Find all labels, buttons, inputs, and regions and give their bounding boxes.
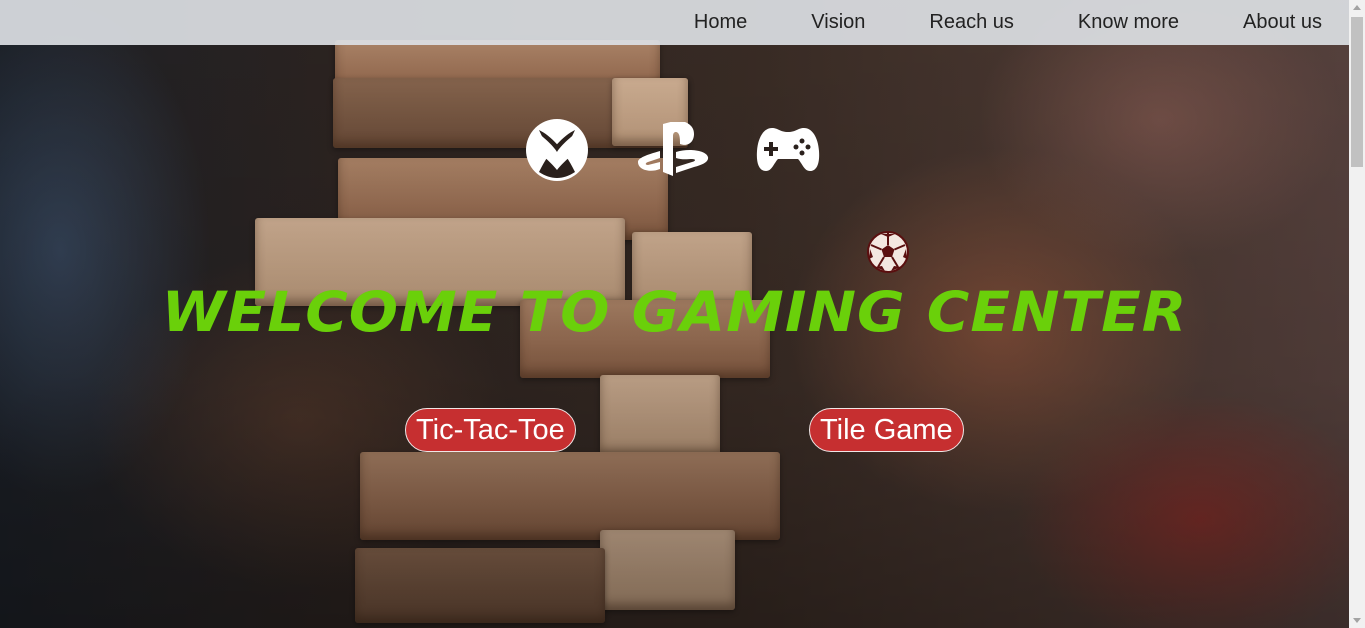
vertical-scrollbar[interactable]: [1349, 0, 1365, 628]
tile-game-button[interactable]: Tile Game: [809, 408, 964, 452]
scrollbar-thumb[interactable]: [1351, 17, 1363, 167]
nav-link-reach-us[interactable]: Reach us: [929, 11, 1014, 34]
gamepad-icon: [756, 128, 820, 171]
nav-link-vision[interactable]: Vision: [811, 11, 865, 34]
nav-link-about-us[interactable]: About us: [1243, 11, 1322, 34]
page-viewport: Home Vision Reach us Know more About us: [0, 0, 1349, 628]
playstation-icon: [638, 122, 709, 176]
welcome-heading: WELCOME TO GAMING CENTER: [161, 279, 1188, 345]
scroll-down-arrow-icon[interactable]: [1353, 618, 1361, 623]
soccer-ball-icon: [867, 231, 909, 273]
xbox-icon: [526, 119, 588, 181]
top-navbar: Home Vision Reach us Know more About us: [0, 0, 1349, 45]
tic-tac-toe-button[interactable]: Tic-Tac-Toe: [405, 408, 576, 452]
scroll-up-arrow-icon[interactable]: [1353, 5, 1361, 10]
nav-link-home[interactable]: Home: [694, 11, 747, 34]
nav-link-know-more[interactable]: Know more: [1078, 11, 1179, 34]
